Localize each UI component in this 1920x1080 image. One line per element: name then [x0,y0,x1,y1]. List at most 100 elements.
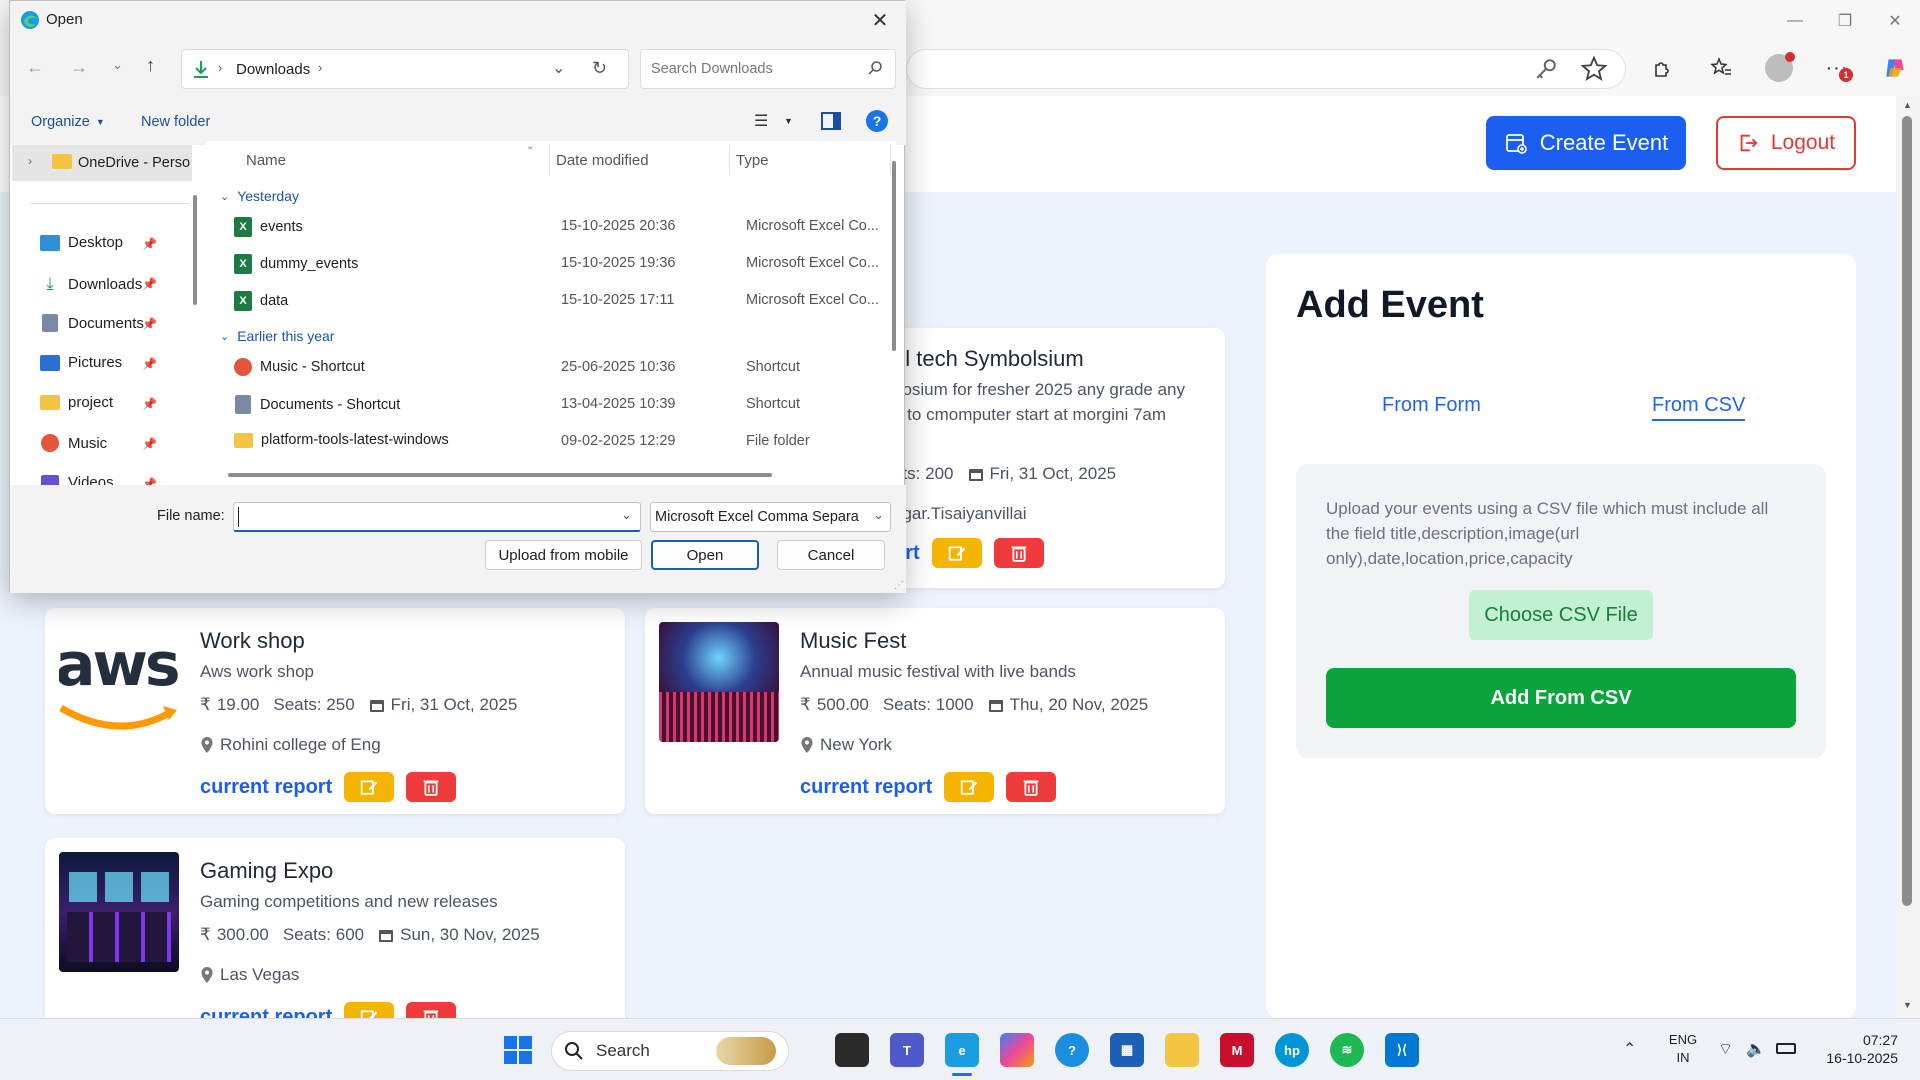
pin-icon[interactable]: 📌 [142,437,157,451]
group-earlier-this-year[interactable]: ⌄ Earlier this year [220,328,334,344]
column-header-date[interactable]: Date modified [556,152,649,169]
file-name-chevron-icon[interactable]: ⌄ [621,507,632,523]
pin-icon[interactable]: 📌 [142,357,157,371]
maximize-button[interactable]: ❐ [1820,0,1870,42]
copilot-taskbar-icon[interactable] [1000,1033,1034,1067]
edit-button[interactable] [344,772,395,802]
help-icon[interactable]: ? [866,110,888,132]
profile-avatar[interactable] [1761,50,1797,86]
clock[interactable]: 07:27 16-10-2025 [1816,1031,1898,1067]
search-downloads-input[interactable]: Search Downloads [640,49,896,89]
delete-button[interactable] [993,538,1044,568]
copilot-icon[interactable] [1877,50,1913,86]
onedrive-nav-item[interactable]: › OneDrive - Perso [12,145,192,181]
expand-chevron-icon[interactable]: › [28,154,32,168]
language-indicator[interactable]: ENG IN [1666,1031,1700,1067]
back-arrow-icon[interactable]: ← [26,57,44,78]
nav-item-documents[interactable]: Documents [40,314,200,332]
edge-taskbar-icon[interactable]: e [945,1033,979,1067]
task-view-icon[interactable] [835,1033,869,1067]
spotify-icon[interactable]: ≋ [1330,1033,1364,1067]
teams-icon[interactable]: T [890,1033,924,1067]
scroll-down-arrow-icon[interactable]: ▼ [1903,1000,1912,1010]
view-chevron-down-icon[interactable]: ▼ [784,116,793,126]
file-type-select[interactable]: Microsoft Excel Comma Separa ⌄ [650,502,891,532]
file-row[interactable]: platform-tools-latest-windows 09-02-2025… [206,426,896,456]
taskbar-search-box[interactable]: Search [551,1031,789,1071]
vertical-scrollbar[interactable] [892,161,896,351]
nav-item-pictures[interactable]: Pictures [40,354,200,371]
delete-button[interactable] [406,772,457,802]
mcafee-icon[interactable]: M [1220,1033,1254,1067]
add-from-csv-button[interactable]: Add From CSV [1326,668,1796,728]
current-report-link[interactable]: current report [200,1006,332,1019]
nav-item-music[interactable]: Music [40,434,200,452]
password-key-icon[interactable] [1531,54,1561,84]
path-breadcrumb[interactable]: › Downloads › ⌄ ↻ [181,49,629,89]
file-row[interactable]: X events 15-10-2025 20:36 Microsoft Exce… [206,211,896,241]
logout-button[interactable]: Logout [1716,116,1856,170]
delete-button[interactable] [406,1002,457,1018]
close-window-button[interactable]: ✕ [1870,0,1920,42]
current-report-link[interactable]: current report [200,776,332,799]
new-folder-button[interactable]: New folder [141,114,210,130]
hp-icon[interactable]: hp [1275,1033,1309,1067]
extensions-icon[interactable] [1645,50,1681,86]
current-report-link[interactable]: current report [800,776,932,799]
volume-icon[interactable]: 🔈 [1746,1039,1766,1059]
edit-button[interactable] [931,538,982,568]
edit-button[interactable] [344,1002,395,1018]
cancel-button[interactable]: Cancel [777,540,885,570]
group-yesterday[interactable]: ⌄ Yesterday [220,188,299,204]
nav-item-videos[interactable]: Videos [40,474,200,485]
file-row[interactable]: Music - Shortcut 25-06-2025 10:36 Shortc… [206,352,896,382]
wifi-icon[interactable]: ⌔ [1718,1039,1733,1059]
recent-locations-chevron-icon[interactable]: ⌄ [112,57,123,73]
nav-item-desktop[interactable]: Desktop [40,234,200,251]
preview-pane-icon[interactable] [821,112,841,130]
nav-item-project[interactable]: project [40,394,200,411]
windows-start-icon[interactable] [503,1035,533,1065]
address-bar[interactable] [906,49,1626,89]
edit-button[interactable] [944,772,995,802]
nav-item-downloads[interactable]: ⤓ Downloads [40,274,200,294]
up-arrow-icon[interactable]: ↑ [146,55,155,76]
vscode-icon[interactable]: ⟩⟨ [1385,1033,1419,1067]
open-button[interactable]: Open [651,540,759,570]
column-header-name[interactable]: Name [246,152,286,169]
file-row[interactable]: Documents - Shortcut 13-04-2025 10:39 Sh… [206,389,896,419]
path-dropdown-chevron-icon[interactable]: ⌄ [552,58,565,78]
choose-csv-button[interactable]: Choose CSV File [1469,590,1653,640]
page-scroll-thumb[interactable] [1902,116,1912,906]
file-explorer-icon[interactable] [1165,1033,1199,1067]
file-name-input[interactable]: ⌄ [233,502,641,532]
file-row[interactable]: X dummy_events 15-10-2025 19:36 Microsof… [206,248,896,278]
view-options-icon[interactable]: ☰ [754,111,768,131]
scroll-up-arrow-icon[interactable]: ▲ [1903,100,1912,110]
help-app-icon[interactable]: ? [1055,1033,1089,1067]
file-type-chevron-icon[interactable]: ⌄ [873,507,884,523]
pin-icon[interactable]: 📌 [142,477,157,485]
pin-icon[interactable]: 📌 [142,397,157,411]
breadcrumb-downloads[interactable]: Downloads [236,61,310,78]
file-row[interactable]: X data 15-10-2025 17:11 Microsoft Excel … [206,285,896,315]
pin-icon[interactable]: 📌 [142,277,157,291]
favorite-star-icon[interactable] [1579,54,1609,84]
upload-from-mobile-button[interactable]: Upload from mobile [485,540,642,570]
tab-from-form[interactable]: From Form [1382,394,1481,417]
pin-icon[interactable]: 📌 [142,317,157,331]
more-menu-icon[interactable]: ··· 1 [1819,50,1855,86]
create-event-button[interactable]: Create Event [1486,116,1686,170]
nav-pane-scrollbar[interactable] [193,195,197,305]
horizontal-scrollbar[interactable] [228,473,772,477]
favorites-icon[interactable] [1703,50,1739,86]
microsoft-store-icon[interactable]: ▦ [1110,1033,1144,1067]
forward-arrow-icon[interactable]: → [70,57,88,78]
dialog-close-button[interactable]: ✕ [860,5,900,35]
refresh-icon[interactable]: ↻ [592,58,607,79]
show-hidden-icons-chevron-icon[interactable]: ⌃ [1623,1039,1636,1059]
column-header-type[interactable]: Type [736,152,769,169]
pin-icon[interactable]: 📌 [142,237,157,251]
minimize-button[interactable]: — [1770,0,1820,42]
delete-button[interactable] [1006,772,1057,802]
